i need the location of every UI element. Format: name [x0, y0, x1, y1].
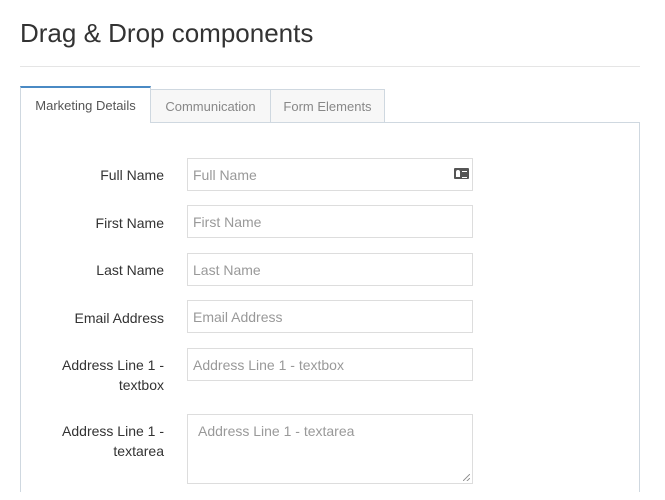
address-textarea[interactable]: Address Line 1 - textarea [187, 414, 473, 484]
tab-communication[interactable]: Communication [150, 89, 271, 123]
last-name-label: Last Name [96, 262, 164, 278]
full-name-label: Full Name [100, 167, 164, 183]
email-placeholder: Email Address [193, 308, 283, 325]
first-name-placeholder: First Name [193, 213, 262, 230]
email-input[interactable]: Email Address [187, 300, 473, 333]
page-title: Drag & Drop components [20, 18, 314, 48]
resize-handle-icon[interactable] [463, 474, 470, 481]
address-textbox-input[interactable]: Address Line 1 - textbox [187, 348, 473, 381]
address-textbox-label: Address Line 1 - textbox [62, 357, 164, 393]
address-textbox-placeholder: Address Line 1 - textbox [193, 356, 344, 373]
first-name-label: First Name [95, 215, 164, 231]
contact-card-icon [454, 168, 469, 179]
full-name-placeholder: Full Name [193, 166, 257, 183]
email-label: Email Address [74, 310, 164, 326]
tab-marketing-details[interactable]: Marketing Details [20, 86, 151, 123]
address-textarea-placeholder: Address Line 1 - textarea [198, 423, 355, 439]
first-name-input[interactable]: First Name [187, 205, 473, 238]
divider [20, 66, 640, 67]
tab-form-elements[interactable]: Form Elements [270, 89, 385, 123]
last-name-input[interactable]: Last Name [187, 253, 473, 286]
address-textarea-label: Address Line 1 - textarea [62, 423, 164, 459]
last-name-placeholder: Last Name [193, 261, 261, 278]
full-name-input[interactable]: Full Name [187, 158, 473, 191]
